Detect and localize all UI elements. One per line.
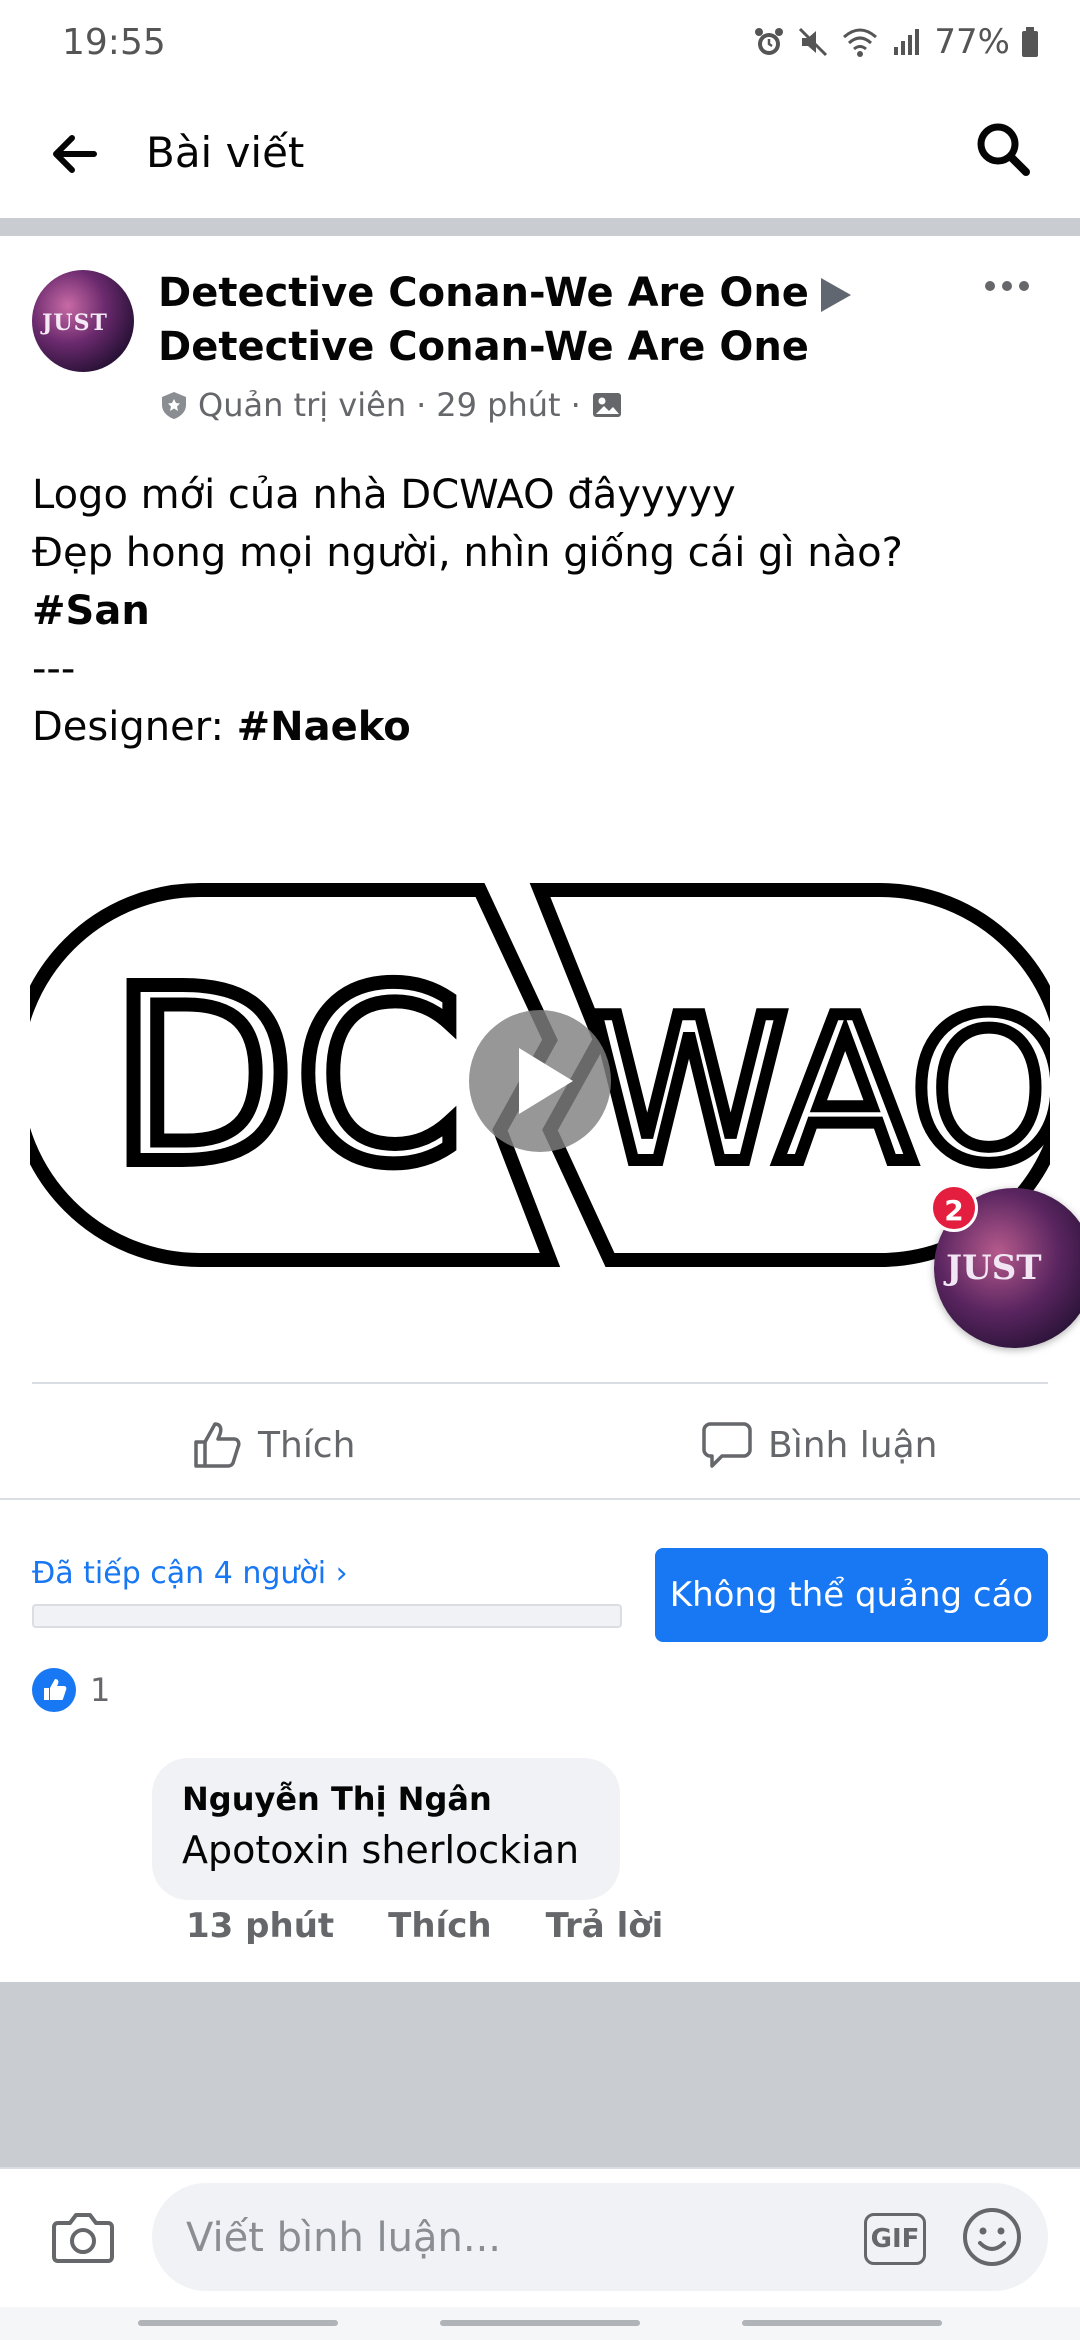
- post-text-separator: ---: [32, 646, 76, 692]
- top-bar: Bài viết: [0, 90, 1080, 220]
- comment-bubble[interactable]: Nguyễn Thị Ngân Apotoxin sherlockian: [152, 1758, 620, 1900]
- play-arrow-icon: [820, 278, 851, 312]
- photo-audience-icon: [592, 393, 621, 417]
- admin-shield-icon: [162, 392, 186, 419]
- wifi-icon: [843, 28, 878, 57]
- reactions-summary[interactable]: 1: [32, 1668, 110, 1712]
- camera-icon[interactable]: [50, 2205, 116, 2267]
- comment-like-link[interactable]: Thích: [388, 1906, 491, 1946]
- post-text: Logo mới của nhà DCWAO đâyyyyy Đẹp hong …: [32, 466, 1048, 756]
- mute-icon: [799, 27, 828, 57]
- nav-home[interactable]: [440, 2320, 640, 2326]
- play-icon: [519, 1048, 573, 1114]
- system-nav-bar: [0, 2307, 1080, 2340]
- status-bar: 19:55 77%: [0, 0, 1080, 90]
- post-time[interactable]: 29 phút: [436, 386, 560, 424]
- logo-text-dc: DC: [110, 937, 462, 1217]
- logo-text-wao: WAO: [590, 975, 1050, 1208]
- comment-author[interactable]: Nguyễn Thị Ngân: [182, 1780, 590, 1818]
- gif-button[interactable]: GIF: [864, 2213, 926, 2265]
- meta-dot-1: ·: [416, 386, 427, 424]
- like-reaction-icon: [32, 1668, 76, 1712]
- hashtag-san[interactable]: #San: [32, 582, 1048, 640]
- boost-button[interactable]: Không thể quảng cáo: [655, 1548, 1048, 1642]
- reach-progress-bar: [32, 1604, 622, 1628]
- post-text-designer: Designer: #Naeko: [32, 704, 411, 750]
- search-icon[interactable]: [974, 120, 1032, 178]
- post-header: JUST Detective Conan-We Are One Detectiv…: [0, 236, 1080, 446]
- status-time: 19:55: [62, 22, 166, 63]
- comment-bubble-icon: [702, 1422, 752, 1468]
- reaction-count: 1: [90, 1671, 111, 1709]
- back-arrow-icon[interactable]: [48, 128, 100, 180]
- post-text-line-2: Đẹp hong mọi người, nhìn giống cái gì nà…: [32, 530, 903, 576]
- feed-gap: [0, 1982, 1080, 2167]
- page-name-line-1[interactable]: Detective Conan-We Are One: [158, 270, 851, 316]
- chat-head-text: JUST: [946, 1248, 1042, 1288]
- header-divider: [0, 218, 1080, 236]
- comment-time: 13 phút: [186, 1906, 335, 1946]
- comment-button[interactable]: Bình luận: [700, 1418, 937, 1472]
- alarm-icon: [755, 28, 784, 55]
- like-label: Thích: [258, 1424, 356, 1466]
- chevron-right-icon: ›: [335, 1556, 348, 1591]
- post-role: Quản trị viên: [198, 386, 407, 424]
- chat-head[interactable]: JUST 2: [930, 1184, 1080, 1348]
- actions-top-divider: [32, 1382, 1048, 1384]
- meta-dot-2: ·: [570, 386, 581, 424]
- play-button[interactable]: [469, 1010, 611, 1152]
- like-button[interactable]: Thích: [190, 1418, 355, 1472]
- thumbs-up-icon: [194, 1422, 241, 1468]
- page-avatar[interactable]: JUST: [32, 270, 134, 372]
- comment-meta: 13 phút Thích Trả lời: [186, 1906, 663, 1946]
- chat-head-badge: 2: [930, 1184, 978, 1232]
- actions-bottom-divider: [0, 1498, 1080, 1500]
- avatar-text: JUST: [42, 310, 108, 336]
- page-title: Bài viết: [146, 128, 305, 177]
- nav-recents[interactable]: [138, 2320, 338, 2326]
- page-name-line-2[interactable]: Detective Conan-We Are One: [158, 324, 809, 370]
- comment-reply-link[interactable]: Trả lời: [546, 1906, 664, 1946]
- battery-percent: 77%: [934, 22, 1010, 62]
- comment-composer: Viết bình luận... GIF: [0, 2167, 1080, 2307]
- emoji-icon[interactable]: [960, 2205, 1024, 2269]
- hashtag-naeko[interactable]: #Naeko: [237, 704, 411, 750]
- comment-text: Apotoxin sherlockian: [182, 1828, 580, 1872]
- comment-input[interactable]: Viết bình luận... GIF: [152, 2183, 1048, 2291]
- battery-icon: [1022, 27, 1038, 57]
- status-icons: 77%: [752, 22, 1040, 62]
- comment-placeholder: Viết bình luận...: [186, 2215, 501, 2261]
- more-options-icon[interactable]: [982, 276, 1032, 296]
- reach-link[interactable]: Đã tiếp cận 4 người ›: [32, 1556, 348, 1591]
- reach-label: Đã tiếp cận 4 người: [32, 1556, 327, 1591]
- post-meta: Quản trị viên · 29 phút ·: [160, 386, 623, 424]
- post-text-line-1: Logo mới của nhà DCWAO đâyyyyy: [32, 472, 736, 518]
- post-actions: Thích Bình luận: [0, 1386, 1080, 1498]
- signal-icon: [894, 29, 920, 55]
- comment-label: Bình luận: [768, 1424, 938, 1466]
- nav-back[interactable]: [742, 2320, 942, 2326]
